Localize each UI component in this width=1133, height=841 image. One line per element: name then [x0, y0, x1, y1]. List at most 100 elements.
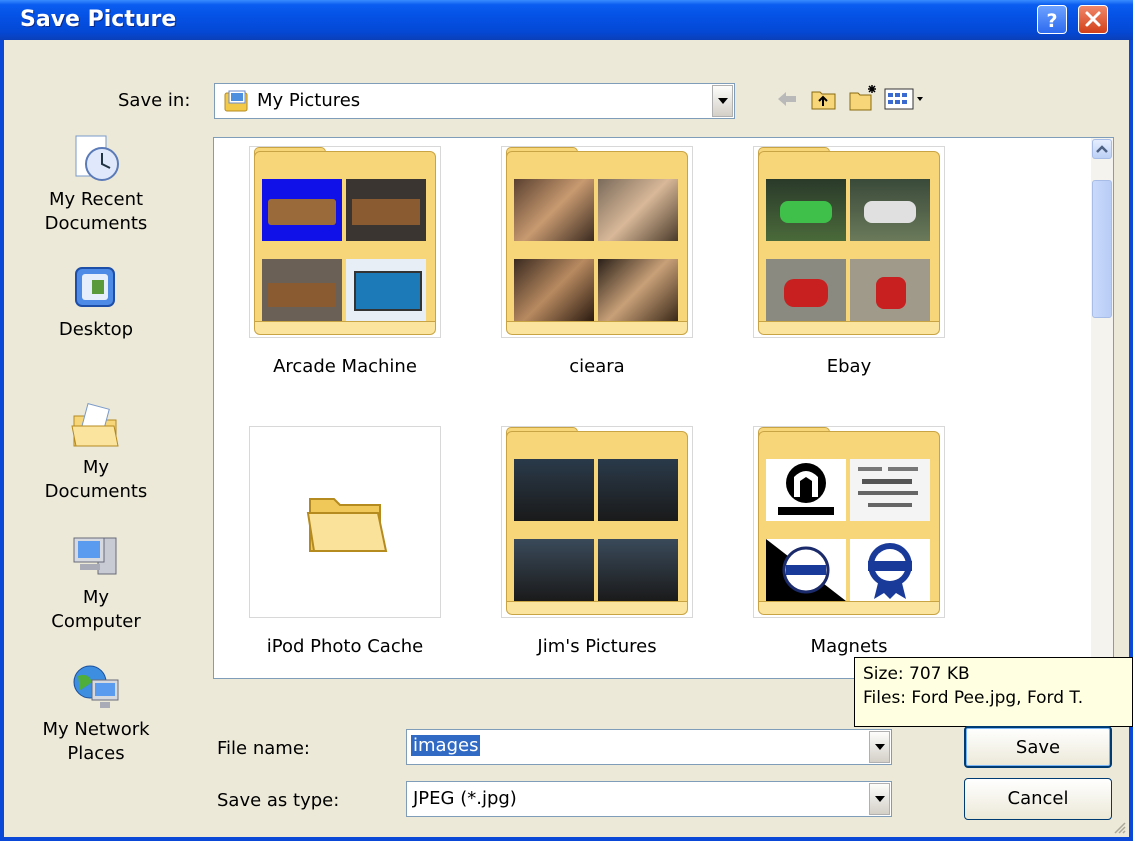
file-name-label: cieara — [569, 356, 625, 377]
save-in-combobox[interactable]: My Pictures — [214, 83, 735, 119]
folder-front — [758, 321, 940, 335]
back-icon — [778, 92, 796, 106]
svg-text:?: ? — [1046, 10, 1057, 32]
folder-thumbnail — [501, 426, 693, 618]
thumbnail-image — [346, 179, 426, 241]
file-name-label: Arcade Machine — [273, 356, 417, 377]
save-as-type-value: JPEG (*.jpg) — [413, 788, 517, 809]
places-my-network-places[interactable]: My Network Places — [36, 662, 156, 766]
question-mark-icon: ? — [1046, 10, 1057, 32]
save-in-dropdown-button[interactable] — [712, 85, 733, 117]
folder-icon — [306, 498, 388, 552]
chevron-up-icon — [1096, 145, 1108, 153]
place-label: Documents — [44, 213, 148, 234]
thumbnail-image — [766, 259, 846, 321]
close-button[interactable] — [1078, 5, 1108, 34]
save-as-type-dropdown-button[interactable] — [869, 783, 890, 815]
file-name-dropdown-button[interactable] — [869, 731, 890, 763]
new-folder-icon — [849, 85, 876, 111]
scroll-thumb[interactable] — [1092, 180, 1112, 318]
save-as-type-select[interactable]: JPEG (*.jpg) — [406, 781, 892, 817]
help-button[interactable]: ? — [1037, 5, 1067, 34]
save-button[interactable]: Save — [964, 726, 1112, 768]
folder-thumbnail — [249, 146, 441, 338]
cancel-button[interactable]: Cancel — [964, 778, 1112, 820]
file-name-label: Ebay — [826, 356, 872, 377]
network-places-icon — [73, 665, 119, 708]
resize-grip-icon[interactable] — [1111, 819, 1127, 835]
thumbnail-image — [850, 539, 930, 601]
places-desktop[interactable]: Desktop — [36, 262, 156, 342]
thumbnail-image — [262, 259, 342, 321]
save-in-label: Save in: — [118, 90, 191, 111]
places-my-documents[interactable]: My Documents — [36, 400, 156, 504]
scroll-up-button[interactable] — [1092, 139, 1112, 159]
save-as-type-label: Save as type: — [217, 790, 340, 811]
thumbnail-image — [766, 179, 846, 241]
folder-thumbnail — [753, 146, 945, 338]
thumbnail-image — [850, 259, 930, 321]
thumbnail-image — [262, 179, 342, 241]
place-label: My Network — [42, 719, 150, 740]
save-picture-dialog: Save Picture ? Save in: My Pictures My R… — [0, 0, 1133, 841]
place-label: My Recent — [48, 189, 144, 210]
up-one-level-button[interactable] — [810, 86, 838, 116]
place-label: Places — [67, 743, 125, 764]
tooltip-files: Files: Ford Pee.jpg, Ford T. — [863, 688, 1084, 708]
up-folder-icon — [811, 91, 836, 110]
thumbnail-image — [598, 459, 678, 521]
thumbnail-image — [850, 459, 930, 521]
folder-front — [506, 601, 688, 615]
thumbnail-image — [850, 179, 930, 241]
folder-thumbnail — [249, 426, 441, 618]
places-my-computer[interactable]: My Computer — [36, 530, 156, 634]
dialog-body: Save in: My Pictures My Recent Documents… — [4, 40, 1133, 837]
folder-front — [758, 601, 940, 615]
folder-front — [506, 321, 688, 335]
mopar-logo — [778, 463, 834, 515]
place-label: My Documents — [44, 457, 148, 502]
close-icon — [1085, 11, 1101, 27]
place-label: My Computer — [51, 587, 141, 632]
views-menu-icon — [884, 88, 923, 110]
folder-info-tooltip: Size: 707 KB Files: Ford Pee.jpg, Ford T… — [854, 657, 1133, 727]
thumbnail-image — [514, 259, 594, 321]
save-in-value: My Pictures — [257, 90, 361, 111]
recent-documents-icon — [75, 135, 119, 181]
place-label: Desktop — [58, 319, 134, 340]
thumbnail-image — [766, 459, 846, 521]
thumbnail-image — [598, 259, 678, 321]
file-name-input[interactable]: images — [406, 729, 892, 765]
thumbnail-image — [514, 459, 594, 521]
my-documents-icon — [71, 403, 119, 447]
vertical-scrollbar[interactable] — [1091, 138, 1113, 678]
view-menu-button[interactable] — [884, 86, 934, 116]
thumbnail-image — [346, 259, 426, 321]
thumbnail-image — [598, 179, 678, 241]
folder-thumbnail — [501, 146, 693, 338]
folder-thumbnail — [753, 426, 945, 618]
chevron-down-icon — [875, 744, 885, 750]
thumbnail-image — [514, 539, 594, 601]
file-name-label: iPod Photo Cache — [266, 636, 424, 657]
my-computer-icon — [73, 537, 117, 575]
tooltip-size: Size: 707 KB — [863, 664, 970, 684]
file-name-label: File name: — [217, 738, 310, 759]
chevron-down-icon — [718, 98, 728, 104]
desktop-icon — [75, 267, 115, 307]
thumbnail-image — [514, 179, 594, 241]
create-new-folder-button[interactable] — [848, 84, 878, 116]
my-pictures-icon — [223, 89, 249, 117]
thumbnail-image — [598, 539, 678, 601]
folder-front — [254, 321, 436, 335]
title-bar[interactable]: Save Picture ? — [0, 0, 1133, 40]
places-my-recent-documents[interactable]: My Recent Documents — [36, 132, 156, 236]
thumbnail-image — [766, 539, 846, 601]
file-list-view[interactable]: Arcade Machine cieara Ebay iPod Photo Ca… — [213, 137, 1114, 679]
window-title: Save Picture — [20, 7, 177, 32]
chevron-down-icon — [875, 796, 885, 802]
file-name-label: Magnets — [810, 636, 888, 657]
file-name-value: images — [411, 735, 481, 756]
back-button[interactable] — [774, 86, 800, 116]
file-name-label: Jim's Pictures — [537, 636, 657, 657]
